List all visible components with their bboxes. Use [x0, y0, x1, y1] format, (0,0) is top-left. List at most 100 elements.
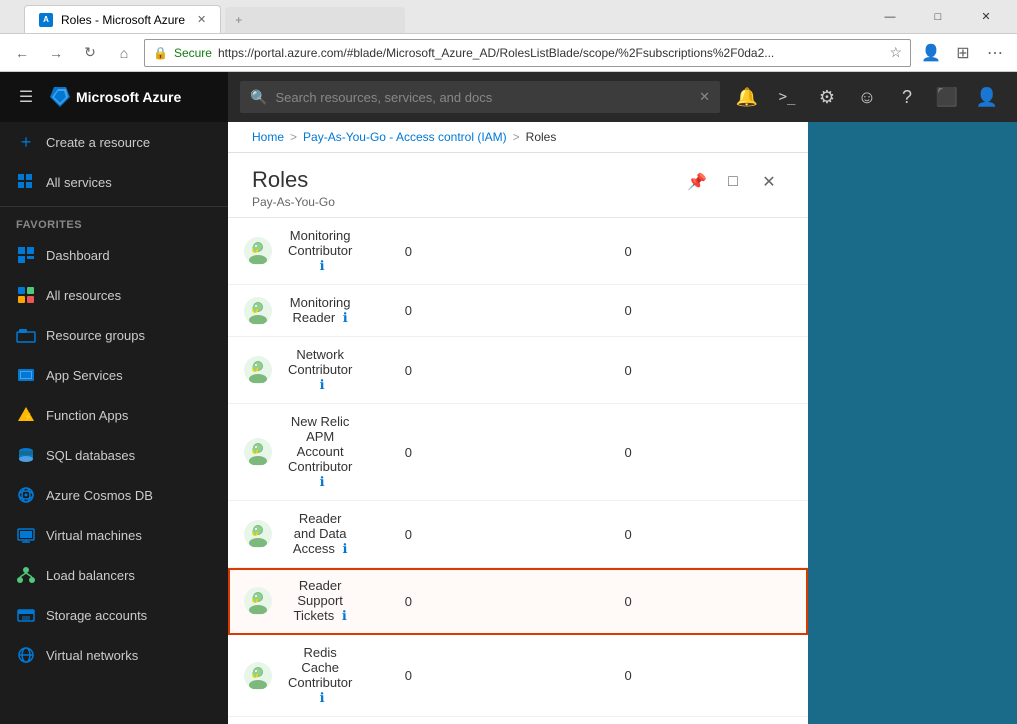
- role-name-cell[interactable]: Monitoring Reader ℹ: [272, 285, 368, 337]
- info-icon[interactable]: ℹ: [320, 258, 325, 273]
- home-button[interactable]: ⌂: [110, 39, 138, 67]
- role-name-cell[interactable]: New Relic APM Account Contributor ℹ: [272, 404, 368, 501]
- table-row[interactable]: Monitoring Reader ℹ00: [228, 285, 808, 337]
- address-bar[interactable]: 🔒 Secure https://portal.azure.com/#blade…: [144, 39, 911, 67]
- breadcrumb-payg[interactable]: Pay-As-You-Go - Access control (IAM): [303, 130, 507, 144]
- search-clear-icon[interactable]: ✕: [699, 89, 710, 105]
- sidebar-vm-label: Virtual machines: [46, 528, 142, 543]
- new-tab[interactable]: +: [225, 7, 405, 33]
- role-name-cell[interactable]: Redis Cache Contributor ℹ: [272, 635, 368, 717]
- sidebar-vnet-label: Virtual networks: [46, 648, 138, 663]
- sidebar-item-virtual-networks[interactable]: Virtual networks: [0, 635, 228, 675]
- sidebar-title: Microsoft Azure: [76, 89, 181, 105]
- sidebar-item-all-services[interactable]: All services: [0, 162, 228, 202]
- table-row[interactable]: Reader and Data Access ℹ00: [228, 501, 808, 568]
- role-col1: 0: [368, 404, 448, 501]
- close-button[interactable]: ✕: [963, 3, 1009, 31]
- sidebar-item-create-resource[interactable]: + Create a resource: [0, 122, 228, 162]
- browser-titlebar: A Roles - Microsoft Azure ✕ + — □ ✕: [0, 0, 1017, 34]
- info-icon[interactable]: ℹ: [320, 690, 325, 705]
- role-avatar: [244, 297, 272, 325]
- notifications-button[interactable]: 🔔: [729, 79, 765, 115]
- role-name-cell[interactable]: Reader Support Tickets ℹ: [272, 568, 368, 635]
- table-row[interactable]: Reader Support Tickets ℹ00: [228, 568, 808, 635]
- user-account-button[interactable]: 👤: [969, 79, 1005, 115]
- breadcrumb: Home > Pay-As-You-Go - Access control (I…: [228, 122, 808, 153]
- breadcrumb-sep-2: >: [513, 130, 520, 144]
- info-icon[interactable]: ℹ: [320, 377, 325, 392]
- cloud-shell-button[interactable]: >_: [769, 79, 805, 115]
- global-search[interactable]: 🔍 ✕: [240, 81, 720, 113]
- role-avatar-cell: [228, 218, 272, 285]
- active-tab[interactable]: A Roles - Microsoft Azure ✕: [24, 5, 221, 33]
- azure-app: ☰ Microsoft Azure + Create a resource: [0, 72, 1017, 724]
- sidebar-item-load-balancers[interactable]: Load balancers: [0, 555, 228, 595]
- table-row[interactable]: Redis Cache Contributor ℹ00: [228, 635, 808, 717]
- role-name-text: Network Contributor: [288, 347, 352, 377]
- role-avatar: [244, 237, 272, 265]
- role-col1: 0: [368, 501, 448, 568]
- settings-button[interactable]: ⋯: [981, 39, 1009, 67]
- blade-title-area: Roles Pay-As-You-Go: [252, 167, 335, 209]
- sidebar-item-virtual-machines[interactable]: Virtual machines: [0, 515, 228, 555]
- browser-tabs: A Roles - Microsoft Azure ✕ +: [24, 0, 405, 33]
- table-row[interactable]: Network Contributor ℹ00: [228, 337, 808, 404]
- role-name-text: Reader Support Tickets: [294, 578, 343, 623]
- sidebar-menu-button[interactable]: ☰: [8, 79, 44, 115]
- sidebar-item-storage-accounts[interactable]: Storage accounts: [0, 595, 228, 635]
- table-row[interactable]: Resource Policy Contributor (Preview) ℹ0…: [228, 717, 808, 724]
- portal-menu-button[interactable]: ⬛: [929, 79, 965, 115]
- forward-button[interactable]: →: [42, 39, 70, 67]
- bookmark-icon[interactable]: ☆: [889, 44, 902, 61]
- sidebar-item-app-services[interactable]: App Services: [0, 355, 228, 395]
- smiley-button[interactable]: ☺: [849, 79, 885, 115]
- role-avatar-cell: [228, 337, 272, 404]
- blade-pin-button[interactable]: 📌: [682, 167, 712, 197]
- role-name-cell[interactable]: Network Contributor ℹ: [272, 337, 368, 404]
- refresh-button[interactable]: ↻: [76, 39, 104, 67]
- table-row[interactable]: New Relic APM Account Contributor ℹ00: [228, 404, 808, 501]
- extensions-button[interactable]: 👤: [917, 39, 945, 67]
- role-avatar: [244, 520, 272, 548]
- sidebar-create-resource-label: Create a resource: [46, 135, 150, 150]
- tab-title: Roles - Microsoft Azure: [61, 13, 185, 27]
- maximize-button[interactable]: □: [915, 3, 961, 31]
- role-col1: 0: [368, 218, 448, 285]
- sidebar-item-all-resources[interactable]: All resources: [0, 275, 228, 315]
- info-icon[interactable]: ℹ: [338, 608, 347, 623]
- info-icon[interactable]: ℹ: [339, 541, 348, 556]
- role-name-cell[interactable]: Reader and Data Access ℹ: [272, 501, 368, 568]
- load-balancer-icon: [16, 565, 36, 585]
- search-input[interactable]: [275, 90, 691, 105]
- role-name-text: Redis Cache Contributor: [288, 645, 352, 690]
- breadcrumb-home[interactable]: Home: [252, 130, 284, 144]
- roles-table: Monitoring Contributor ℹ00 Monitoring Re…: [228, 218, 808, 724]
- sidebar-all-services-label: All services: [46, 175, 112, 190]
- blade-close-button[interactable]: ✕: [754, 167, 784, 197]
- content-area: Home > Pay-As-You-Go - Access control (I…: [228, 122, 1017, 724]
- blade-maximize-button[interactable]: □: [718, 167, 748, 197]
- sidebar-item-sql-databases[interactable]: SQL databases: [0, 435, 228, 475]
- role-avatar-cell: [228, 501, 272, 568]
- role-col2: 0: [448, 635, 808, 717]
- back-button[interactable]: ←: [8, 39, 36, 67]
- tab-close-button[interactable]: ✕: [197, 13, 206, 26]
- sidebar-item-dashboard[interactable]: Dashboard: [0, 235, 228, 275]
- blade-subtitle: Pay-As-You-Go: [252, 195, 335, 209]
- settings-button[interactable]: ⚙: [809, 79, 845, 115]
- reader-mode-button[interactable]: ⊞: [949, 39, 977, 67]
- sidebar-app-services-label: App Services: [46, 368, 123, 383]
- sidebar-item-resource-groups[interactable]: Resource groups: [0, 315, 228, 355]
- role-name-cell[interactable]: Monitoring Contributor ℹ: [272, 218, 368, 285]
- table-row[interactable]: Monitoring Contributor ℹ00: [228, 218, 808, 285]
- minimize-button[interactable]: —: [867, 3, 913, 31]
- svg-text:⚡: ⚡: [24, 412, 33, 421]
- help-button[interactable]: ?: [889, 79, 925, 115]
- breadcrumb-sep-1: >: [290, 130, 297, 144]
- sidebar-item-cosmos-db[interactable]: Azure Cosmos DB: [0, 475, 228, 515]
- role-name-cell[interactable]: Resource Policy Contributor (Preview) ℹ: [272, 717, 368, 724]
- info-icon[interactable]: ℹ: [320, 474, 325, 489]
- sidebar-divider-1: [0, 206, 228, 207]
- sidebar-item-function-apps[interactable]: ⚡ Function Apps: [0, 395, 228, 435]
- info-icon[interactable]: ℹ: [339, 310, 348, 325]
